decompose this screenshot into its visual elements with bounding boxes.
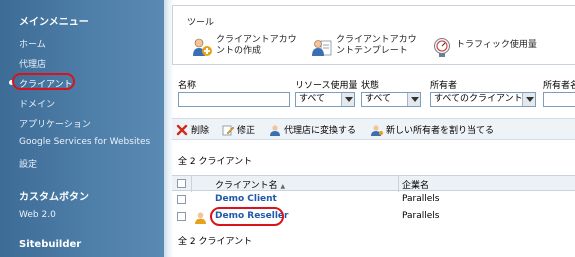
tool-label-line1: クライアントアカウ <box>216 35 297 45</box>
traffic-usage-tool[interactable]: トラフィック使用量 <box>431 34 541 62</box>
dropdown-arrow-icon <box>341 93 354 106</box>
edit-button[interactable]: 修正 <box>222 123 255 136</box>
name-filter-input[interactable] <box>178 92 290 107</box>
client-count-bottom: 全 2 クライアント <box>178 237 253 247</box>
company-name-cell: Parallels <box>402 211 440 221</box>
tools-title: ツール <box>187 18 215 28</box>
status-select[interactable]: すべて <box>361 92 421 107</box>
action-toolbar: 削除 修正 代理店に変換する 新しい所有者を割り当てる <box>172 118 575 140</box>
assign-new-owner-button[interactable]: 新しい所有者を割り当てる <box>371 123 494 136</box>
select-all-checkbox[interactable] <box>177 179 186 188</box>
client-count-top: 全 2 クライアント <box>178 157 253 167</box>
filter-bar: 名称 リソース使用量 すべて 状態 すべて 所有者 すべてのクライアント 所有者… <box>172 75 575 111</box>
dropdown-arrow-icon <box>522 93 535 106</box>
status-filter-label: 状態 <box>361 81 380 91</box>
tool-label-line2: ントの作成 <box>216 46 262 56</box>
table-row: Demo Client Parallels <box>172 192 575 208</box>
tool-label-line1: クライアントアカウ <box>336 35 417 45</box>
dropdown-arrow-icon <box>407 93 420 106</box>
sidebar-item-web20[interactable]: Web 2.0 <box>19 210 56 220</box>
owner-filter-label: 所有者 <box>430 81 458 91</box>
client-account-template-icon <box>312 40 332 56</box>
client-name-link[interactable]: Demo Client <box>215 194 277 204</box>
main-menu-header: メインメニュー <box>19 17 89 28</box>
assign-owner-icon <box>371 124 383 136</box>
sitebuilder-header: Sitebuilder <box>19 239 82 250</box>
owner-select[interactable]: すべてのクライアント <box>430 92 536 107</box>
reseller-icon <box>195 212 206 224</box>
table-header-row: クライアント名 ▲ 企業名 <box>172 175 575 192</box>
owner-name-filter-label: 所有者名 <box>543 81 575 91</box>
row-checkbox[interactable] <box>177 195 186 204</box>
main-content: ツール クライアントアカウ ントの作成 クライアントアカウ ントテンプレート ト… <box>172 0 575 257</box>
sort-ascending-icon: ▲ <box>280 183 286 190</box>
sidebar-item-settings[interactable]: 設定 <box>19 157 37 170</box>
create-client-account-icon <box>193 38 212 56</box>
tool-label-line1: トラフィック使用量 <box>456 40 537 50</box>
traffic-usage-icon <box>434 38 450 57</box>
resource-usage-select[interactable]: すべて <box>295 92 355 107</box>
convert-to-reseller-button[interactable]: 代理店に変換する <box>269 123 356 136</box>
sidebar: メインメニュー ホーム 代理店 クライアント ドメイン アプリケーション Goo… <box>0 0 164 257</box>
convert-to-reseller-icon <box>270 124 280 136</box>
col-header-client-name[interactable]: クライアント名 ▲ <box>215 178 285 191</box>
delete-icon <box>176 124 188 135</box>
create-client-account-tool[interactable]: クライアントアカウ ントの作成 <box>191 34 301 62</box>
company-name-cell: Parallels <box>402 194 440 204</box>
custom-buttons-header: カスタムボタン <box>19 192 89 203</box>
sidebar-item-domains[interactable]: ドメイン <box>19 97 55 110</box>
row-checkbox[interactable] <box>177 212 186 221</box>
client-account-template-tool[interactable]: クライアントアカウ ントテンプレート <box>311 34 421 62</box>
sidebar-item-home[interactable]: ホーム <box>19 37 46 50</box>
delete-button[interactable]: 削除 <box>176 123 209 136</box>
sidebar-item-resellers[interactable]: 代理店 <box>19 57 46 70</box>
col-header-company-name[interactable]: 企業名 <box>402 178 429 191</box>
tools-panel: ツール クライアントアカウ ントの作成 クライアントアカウ ントテンプレート ト… <box>172 5 575 65</box>
sidebar-item-applications[interactable]: アプリケーション <box>19 117 91 130</box>
clients-highlight-ring <box>12 73 75 90</box>
reseller-highlight-ring <box>210 207 284 226</box>
resource-usage-label: リソース使用量 <box>295 81 358 91</box>
edit-icon <box>222 125 234 135</box>
sidebar-item-google-services[interactable]: Google Services for Websites <box>19 137 150 147</box>
tool-label-line2: ントテンプレート <box>336 46 408 56</box>
owner-name-filter-input[interactable] <box>543 92 575 107</box>
name-filter-label: 名称 <box>178 81 197 91</box>
